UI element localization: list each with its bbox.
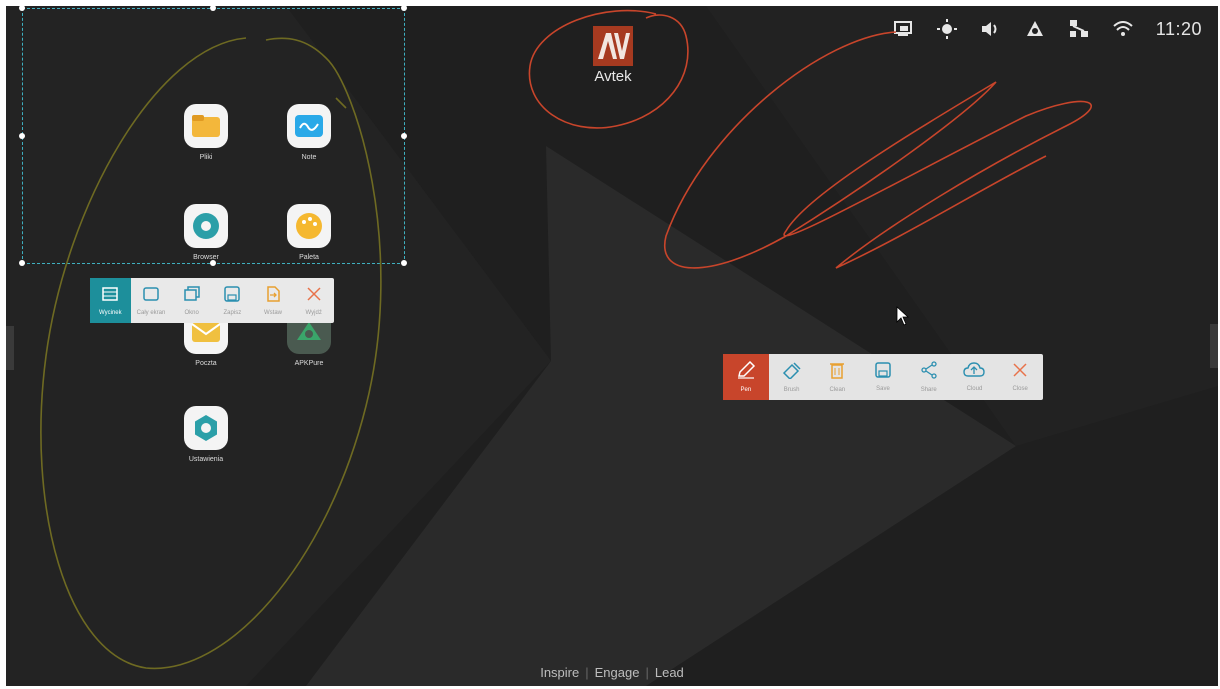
close-button[interactable]: Close	[997, 354, 1043, 400]
clean-label: Clean	[829, 387, 846, 393]
avtek-logo: Avtek	[590, 26, 636, 85]
app-label: APKPure	[294, 360, 324, 367]
exit-label: Wyjdź	[305, 309, 322, 316]
app-label: Poczta	[195, 360, 217, 367]
pen-icon	[736, 360, 756, 384]
screenshot-toolbar: Wycinek Cały ekran Okno Zapisz Wstaw Wyj…	[90, 278, 334, 323]
crop-icon	[101, 286, 119, 307]
cloud-icon	[963, 362, 986, 383]
desktop-screen: 11:20 Avtek Pliki Note Browser Paleta Po…	[6, 6, 1218, 686]
tagline-inspire: Inspire	[540, 665, 580, 680]
save-icon	[224, 285, 241, 307]
pen-label: Pen	[740, 387, 752, 393]
crop-label: Wycinek	[99, 309, 122, 316]
insert-icon	[265, 285, 281, 307]
save-button[interactable]: Save	[860, 354, 906, 400]
settings-icon	[184, 406, 228, 450]
trash-icon	[829, 361, 845, 384]
window-label: Okno	[184, 309, 199, 316]
resize-handle[interactable]	[19, 133, 25, 139]
footer-tagline: Inspire | Engage | Lead	[540, 665, 684, 680]
share-icon	[920, 361, 938, 384]
network-icon[interactable]	[1068, 18, 1090, 40]
resize-handle[interactable]	[210, 260, 216, 266]
fullscreen-label: Cały ekran	[136, 309, 166, 316]
cast-icon[interactable]	[1024, 18, 1046, 40]
logo-mark	[593, 26, 633, 66]
resize-handle[interactable]	[19, 260, 25, 266]
brush-label: Brush	[783, 387, 800, 393]
save-button[interactable]: Zapisz	[212, 278, 253, 323]
window-button[interactable]: Okno	[171, 278, 212, 323]
window-icon	[183, 285, 201, 307]
app-ustawienia[interactable]: Ustawienia	[166, 406, 246, 463]
save-label: Save	[876, 386, 890, 392]
crop-button[interactable]: Wycinek	[90, 278, 131, 323]
fullscreen-button[interactable]: Cały ekran	[131, 278, 172, 323]
clean-button[interactable]: Clean	[814, 354, 860, 400]
cloud-button[interactable]: Cloud	[952, 354, 998, 400]
resize-handle[interactable]	[210, 6, 216, 11]
cloud-label: Cloud	[966, 386, 983, 392]
logo-brand: Avtek	[594, 68, 632, 85]
mouse-cursor	[896, 306, 910, 326]
close-label: Close	[1012, 386, 1028, 392]
close-icon	[306, 286, 322, 307]
volume-icon[interactable]	[980, 18, 1002, 40]
screenshot-selection[interactable]	[19, 6, 407, 266]
resize-handle[interactable]	[401, 133, 407, 139]
fullscreen-icon	[142, 286, 160, 307]
insert-button[interactable]: Wstaw	[253, 278, 294, 323]
save-label: Zapisz	[223, 309, 242, 316]
resize-handle[interactable]	[401, 260, 407, 266]
resize-handle[interactable]	[19, 6, 25, 11]
screen-mirror-icon[interactable]	[892, 18, 914, 40]
right-side-tab[interactable]	[1210, 324, 1218, 368]
brush-icon	[782, 361, 802, 384]
status-bar: 11:20	[892, 18, 1202, 40]
share-button[interactable]: Share	[906, 354, 952, 400]
exit-button[interactable]: Wyjdź	[293, 278, 334, 323]
save-icon	[875, 362, 891, 383]
wifi-icon[interactable]	[1112, 18, 1134, 40]
tagline-engage: Engage	[594, 665, 640, 680]
brightness-icon[interactable]	[936, 18, 958, 40]
app-label: Ustawienia	[188, 456, 224, 463]
pen-toolbar: Pen Brush Clean Save Share Cloud Close	[723, 354, 1043, 400]
left-side-tab[interactable]	[6, 326, 14, 370]
close-icon	[1012, 362, 1028, 383]
pen-button[interactable]: Pen	[723, 354, 769, 400]
brush-button[interactable]: Brush	[769, 354, 815, 400]
insert-label: Wstaw	[264, 309, 283, 316]
clock: 11:20	[1155, 18, 1202, 39]
share-label: Share	[920, 387, 937, 393]
tagline-lead: Lead	[654, 665, 684, 680]
